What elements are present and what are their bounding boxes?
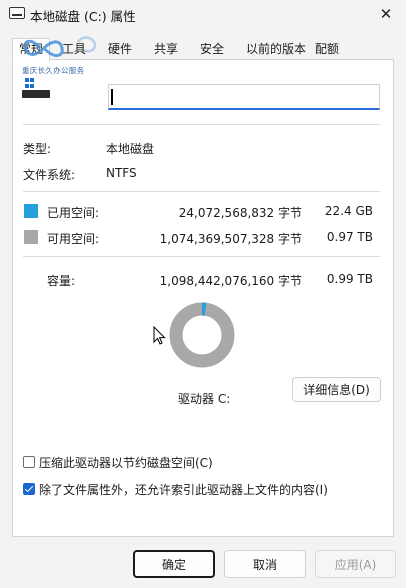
- used-space-label: 已用空间:: [47, 206, 100, 220]
- tab-quota[interactable]: 配额: [311, 38, 343, 61]
- disk-usage-ring: [169, 302, 235, 368]
- divider: [23, 256, 380, 257]
- close-button[interactable]: ✕: [366, 0, 406, 28]
- divider: [23, 124, 380, 125]
- compress-checkbox[interactable]: [23, 456, 35, 468]
- hard-drive-icon: [22, 78, 52, 100]
- title-bar: 本地磁盘 (C:) 属性 ✕: [0, 0, 406, 30]
- apply-button[interactable]: 应用(A): [315, 550, 396, 578]
- compress-label: 压缩此驱动器以节约磁盘空间(C): [39, 455, 213, 470]
- free-space-size: 0.97 TB: [326, 230, 373, 244]
- ok-button[interactable]: 确定: [133, 550, 215, 578]
- used-space-size: 22.4 GB: [324, 204, 373, 218]
- infinity-logo-icon: [23, 36, 97, 57]
- file-system-value: NTFS: [106, 166, 137, 180]
- capacity-size: 0.99 TB: [326, 272, 373, 286]
- free-space-swatch: [24, 230, 38, 244]
- close-icon: ✕: [379, 5, 393, 23]
- watermark-text: 重庆长久办公服务: [22, 66, 85, 75]
- windows-logo-icon: [25, 78, 35, 88]
- type-value: 本地磁盘: [106, 142, 155, 156]
- index-checkbox[interactable]: [23, 483, 35, 495]
- compress-option[interactable]: 压缩此驱动器以节约磁盘空间(C): [23, 454, 213, 470]
- free-space-label: 可用空间:: [47, 232, 100, 246]
- type-label: 类型:: [23, 142, 52, 156]
- window-title: 本地磁盘 (C:) 属性: [30, 9, 136, 24]
- cancel-button[interactable]: 取消: [224, 550, 306, 578]
- details-button[interactable]: 详细信息(D): [292, 377, 381, 402]
- tab-sharing[interactable]: 共享: [147, 38, 185, 61]
- mouse-cursor-icon: [153, 326, 166, 345]
- index-option[interactable]: 除了文件属性外，还允许索引此驱动器上文件的内容(I): [23, 481, 328, 497]
- free-space-bytes: 1,074,369,507,328 字节: [159, 232, 302, 246]
- used-space-swatch: [24, 204, 38, 218]
- free-space-arc: [169, 302, 235, 368]
- index-label: 除了文件属性外，还允许索引此驱动器上文件的内容(I): [39, 482, 328, 497]
- drive-name-input[interactable]: [108, 84, 380, 110]
- file-system-label: 文件系统:: [23, 168, 76, 182]
- watermark-logo: 重庆长久办公服务: [22, 32, 108, 76]
- used-space-bytes: 24,072,568,832 字节: [178, 206, 302, 220]
- capacity-bytes: 1,098,442,076,160 字节: [159, 274, 302, 288]
- divider: [23, 191, 380, 192]
- tab-previous-versions[interactable]: 以前的版本: [239, 38, 313, 61]
- capacity-label: 容量:: [47, 274, 76, 288]
- text-caret: [111, 89, 113, 105]
- tab-security[interactable]: 安全: [193, 38, 231, 61]
- drive-icon: [9, 7, 25, 19]
- drive-letter-label: 驱动器 C:: [178, 392, 231, 406]
